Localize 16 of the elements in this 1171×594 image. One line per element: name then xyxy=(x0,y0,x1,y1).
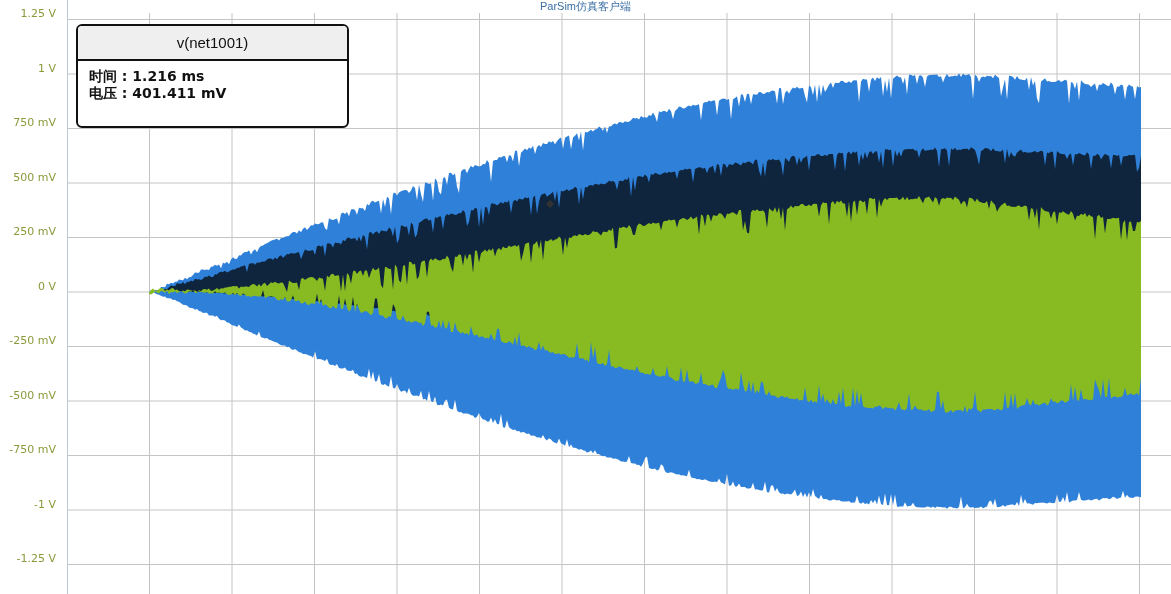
y-axis-label: 0 V xyxy=(37,279,56,293)
y-axis-label: 1 V xyxy=(37,61,56,75)
y-axis-label: -250 mV xyxy=(9,334,56,347)
tooltip-text: 电压 : 401.411 mV xyxy=(89,85,227,102)
y-axis-label: -750 mV xyxy=(9,443,56,456)
y-axis-label: 500 mV xyxy=(13,170,56,184)
y-axis-label: 750 mV xyxy=(13,116,56,129)
cursor-marker-icon xyxy=(546,200,554,208)
y-axis-label: -1 V xyxy=(34,497,56,511)
y-axis-label: -500 mV xyxy=(9,388,56,402)
y-axis-label: 250 mV xyxy=(13,225,56,238)
window-title: ParSim仿真客户端 xyxy=(539,0,632,12)
y-axis-label: -1.25 V xyxy=(16,552,56,565)
tooltip-text: 时间 : 1.216 ms xyxy=(89,68,205,85)
y-axis-label: 1.25 V xyxy=(20,7,56,20)
tooltip-title: v(net1001) xyxy=(78,26,347,61)
